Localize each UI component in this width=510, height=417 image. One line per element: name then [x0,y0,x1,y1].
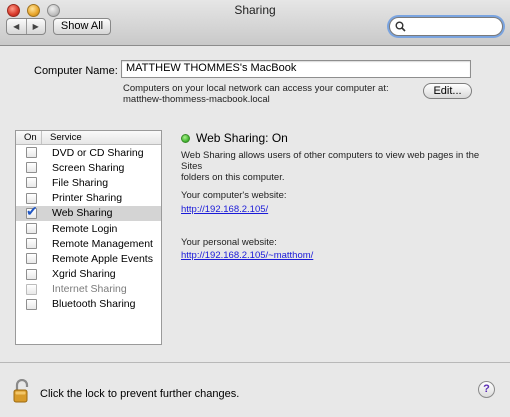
service-row[interactable]: Remote Management [16,236,161,251]
service-checkbox[interactable] [26,253,37,265]
service-checkbox[interactable] [26,147,37,159]
back-arrow-icon[interactable]: ◀ [7,19,26,34]
services-rows: DVD or CD Sharing Screen Sharing File Shar… [16,145,161,312]
service-row[interactable]: Bluetooth Sharing [16,297,161,312]
edit-button[interactable]: Edit... [423,83,472,99]
service-row[interactable]: File Sharing [16,175,161,190]
service-label: Internet Sharing [52,283,127,296]
service-row[interactable]: Xgrid Sharing [16,267,161,282]
service-row[interactable]: Remote Apple Events [16,251,161,266]
computer-website-label: Your computer's website: [181,190,287,201]
computer-website-link[interactable]: http://192.168.2.105/ [181,204,268,215]
service-checkbox[interactable] [26,177,37,189]
service-label: File Sharing [52,176,109,189]
service-checkbox[interactable] [26,162,37,174]
service-checkbox[interactable] [26,238,37,250]
column-header-on[interactable]: On [16,131,42,144]
service-description: Web Sharing allows users of other comput… [181,150,501,183]
search-icon [395,21,406,32]
services-list: On Service DVD or CD Sharing Screen Shari… [15,130,162,345]
service-label: DVD or CD Sharing [52,146,144,159]
service-row[interactable]: ✔ Web Sharing [16,202,161,221]
personal-website-link[interactable]: http://192.168.2.105/~matthom/ [181,250,313,261]
service-row[interactable]: DVD or CD Sharing [16,145,161,160]
divider [0,362,510,363]
services-header: On Service [16,131,161,145]
computer-name-note: Computers on your local network can acce… [123,83,413,105]
service-row[interactable]: Screen Sharing [16,160,161,175]
help-button[interactable]: ? [478,381,495,398]
service-label: Web Sharing [52,207,113,220]
service-label: Xgrid Sharing [52,268,116,281]
description-line: folders on this computer. [181,172,285,183]
service-checkbox[interactable] [26,268,37,280]
checkmark-icon: ✔ [26,202,38,219]
service-status: Web Sharing: On [196,131,288,145]
service-row[interactable]: Printer Sharing [16,191,161,206]
personal-website-label: Your personal website: [181,237,277,248]
column-header-service[interactable]: Service [42,131,82,144]
service-row[interactable]: Internet Sharing [16,282,161,297]
service-label: Bluetooth Sharing [52,298,136,311]
computer-name-label: Computer Name: [34,65,118,77]
title-bar: Sharing ◀ ▶ Show All [0,0,510,46]
service-label: Remote Login [52,222,118,235]
computer-note-line: Computers on your local network can acce… [123,83,389,94]
service-label: Screen Sharing [52,161,125,174]
service-checkbox[interactable] [26,192,37,204]
service-checkbox[interactable] [26,298,37,310]
window-title: Sharing [234,3,276,17]
service-checkbox [26,283,37,295]
service-row[interactable]: Remote Login [16,221,161,236]
show-all-button[interactable]: Show All [53,18,111,35]
status-indicator-icon [181,134,190,143]
computer-address: matthew-thommess-macbook.local [123,94,270,105]
service-label: Remote Management [52,237,153,250]
service-label: Remote Apple Events [52,252,153,265]
service-checkbox[interactable] [26,223,37,235]
lock-message: Click the lock to prevent further change… [40,388,240,400]
computer-name-field[interactable]: MATTHEW THOMMES's MacBook [121,60,471,78]
search-field[interactable] [389,17,503,36]
unlocked-padlock-icon[interactable] [13,379,31,403]
navigation-buttons: ◀ ▶ [6,18,46,35]
description-line: Web Sharing allows users of other comput… [181,150,480,172]
service-label: Printer Sharing [52,192,123,205]
forward-arrow-icon[interactable]: ▶ [25,19,46,34]
